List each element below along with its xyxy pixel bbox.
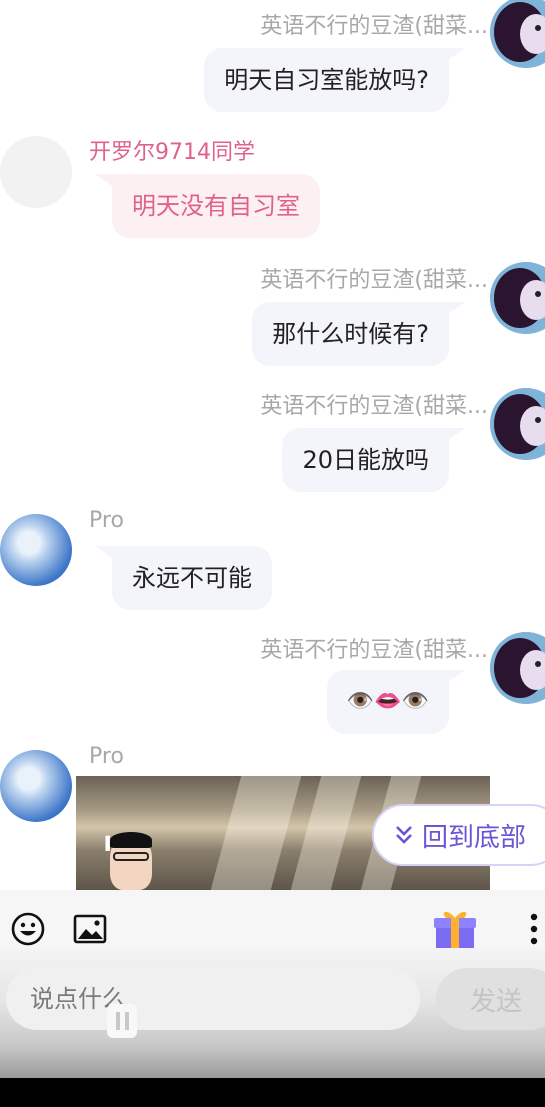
avatar[interactable] [490, 388, 545, 460]
back-to-bottom-button[interactable]: 回到底部 [372, 804, 545, 866]
message-bubble[interactable]: 20日能放吗 [282, 428, 449, 492]
message-bubble[interactable]: 明天没有自习室 [112, 174, 320, 238]
sender-name: Pro [89, 744, 124, 769]
system-navigation-bar [0, 1078, 545, 1107]
message-bubble[interactable]: 那什么时候有? [252, 302, 449, 366]
avatar[interactable] [0, 136, 72, 208]
avatar[interactable] [0, 750, 72, 822]
sender-name: 开罗尔9714同学 [89, 140, 255, 165]
sender-name: 英语不行的豆渣(甜菜... [260, 394, 488, 419]
double-chevron-down-icon [396, 826, 412, 844]
message-bubble[interactable]: 👁️👄👁️ [326, 670, 449, 734]
avatar[interactable] [0, 514, 72, 586]
message-bubble[interactable]: 永远不可能 [112, 546, 272, 610]
avatar[interactable] [490, 0, 545, 68]
sender-name: 英语不行的豆渣(甜菜... [260, 14, 488, 39]
message-input[interactable] [6, 968, 420, 1030]
sender-name: 英语不行的豆渣(甜菜... [260, 268, 488, 293]
gift-icon[interactable] [432, 906, 478, 952]
chat-area[interactable]: 英语不行的豆渣(甜菜... 明天自习室能放吗? 开罗尔9714同学 明天没有自习… [0, 0, 545, 890]
emoji-icon[interactable] [11, 912, 45, 946]
sender-name: Pro [89, 508, 124, 533]
image-icon[interactable] [73, 912, 107, 946]
sender-name: 英语不行的豆渣(甜菜... [260, 638, 488, 663]
pause-icon[interactable] [107, 1004, 137, 1038]
more-vertical-icon[interactable] [520, 912, 545, 946]
message-bubble[interactable]: 明天自习室能放吗? [204, 48, 449, 112]
back-to-bottom-label: 回到底部 [422, 822, 527, 853]
composer: 发送 [0, 948, 545, 1078]
avatar[interactable] [490, 632, 545, 704]
send-button[interactable]: 发送 [436, 968, 545, 1030]
avatar[interactable] [490, 262, 545, 334]
